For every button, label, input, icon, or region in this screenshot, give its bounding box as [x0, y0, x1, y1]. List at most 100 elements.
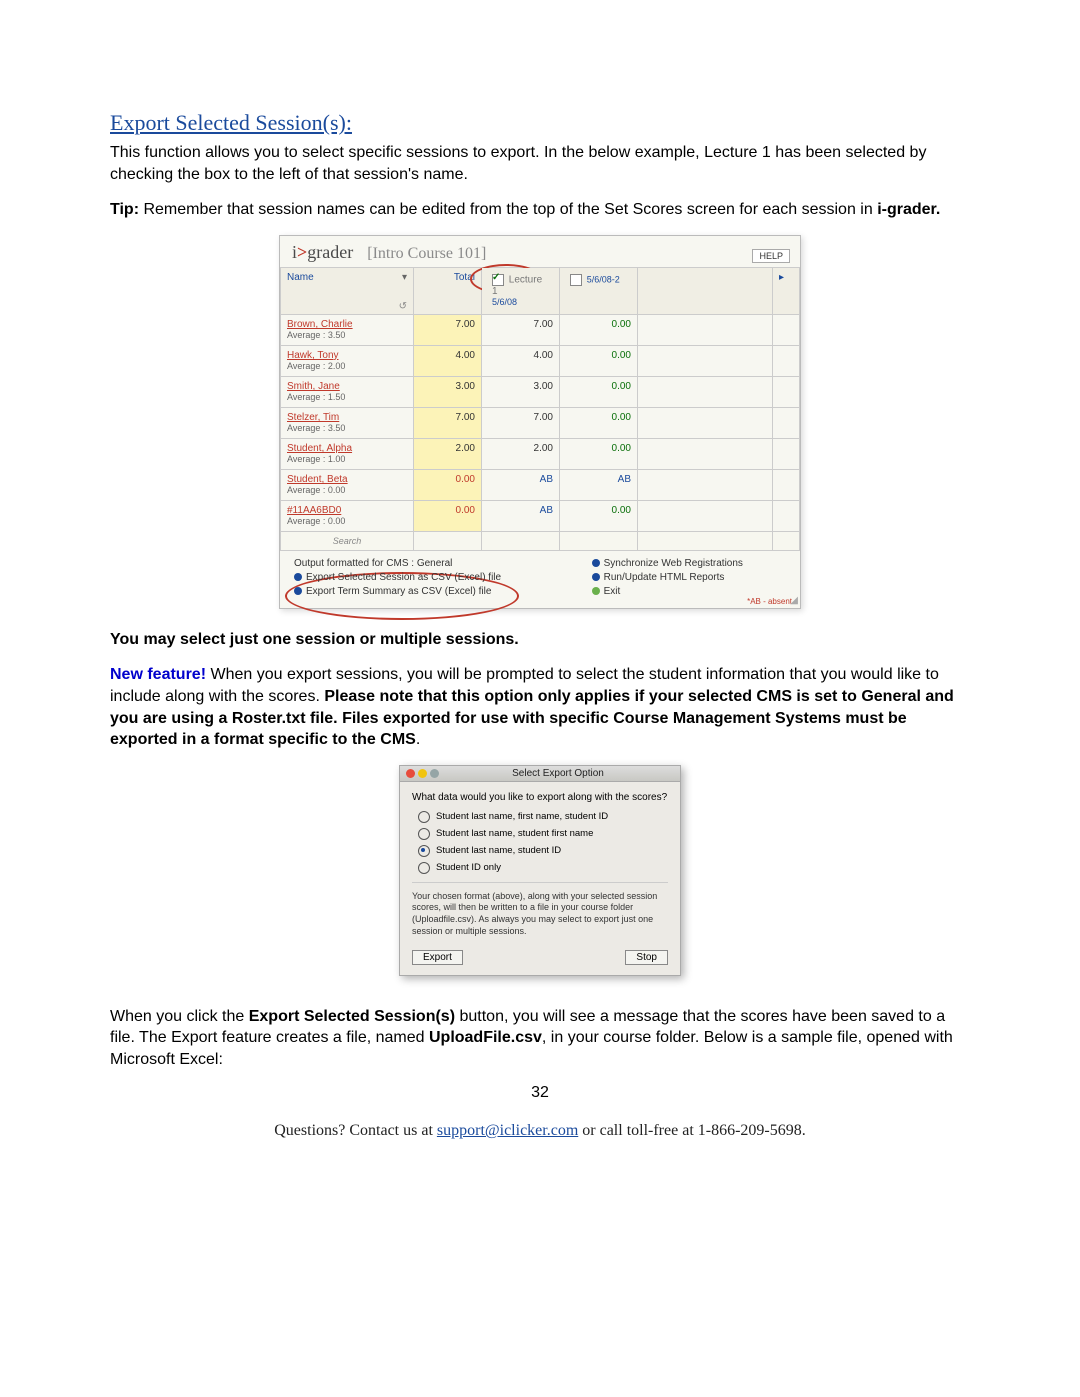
divider — [412, 882, 668, 883]
run-reports-label: Run/Update HTML Reports — [604, 572, 725, 583]
cell-s1: 7.00 — [482, 407, 560, 438]
cell-total: 7.00 — [414, 407, 482, 438]
cell-s1: 4.00 — [482, 345, 560, 376]
grades-table: Name ▾ ↺ Total Lecture 1 5/6/08 5/6/08-2 — [280, 267, 800, 551]
logo-chevron-icon: > — [297, 242, 307, 262]
session2-checkbox[interactable] — [570, 274, 582, 286]
student-link[interactable]: Hawk, Tony — [287, 350, 407, 361]
session1-date: 5/6/08 — [492, 297, 517, 307]
radio-icon[interactable] — [418, 828, 430, 840]
cell-s2: 0.00 — [560, 438, 638, 469]
export-selected-button[interactable]: Export Selected Session as CSV (Excel) f… — [294, 572, 592, 583]
sort-caret-icon[interactable]: ▾ — [402, 272, 407, 283]
bullet-icon — [294, 587, 302, 595]
bullet-icon — [592, 573, 600, 581]
radio-option-1[interactable]: Student last name, first name, student I… — [418, 811, 668, 823]
export-button[interactable]: Export — [412, 950, 463, 965]
after-1a: When you click the — [110, 1008, 249, 1025]
cell-s2: 0.00 — [560, 376, 638, 407]
session1-checkbox[interactable] — [492, 274, 504, 286]
student-link[interactable]: Brown, Charlie — [287, 319, 407, 330]
zoom-traffic-icon[interactable] — [430, 769, 439, 778]
cell-s1: 2.00 — [482, 438, 560, 469]
radio-icon[interactable] — [418, 845, 430, 857]
cell-s2: AB — [560, 469, 638, 500]
cell-total: 3.00 — [414, 376, 482, 407]
cell-s1: 3.00 — [482, 376, 560, 407]
redo-arrow-icon[interactable]: ↺ — [399, 301, 407, 312]
student-avg: Average : 1.50 — [287, 392, 345, 402]
tip-body: Remember that session names can be edite… — [139, 201, 877, 218]
igrader-logo: i>grader — [292, 242, 353, 263]
tip-label: Tip: — [110, 201, 139, 218]
session2-label: 5/6/08-2 — [587, 274, 620, 284]
export-term-button[interactable]: Export Term Summary as CSV (Excel) file — [294, 586, 592, 597]
section-title: Export Selected Session(s): — [110, 110, 970, 136]
cell-s1: 7.00 — [482, 314, 560, 345]
cell-total: 0.00 — [414, 500, 482, 531]
stop-button[interactable]: Stop — [625, 950, 668, 965]
table-row: Student, BetaAverage : 0.00 0.00 AB AB — [281, 469, 800, 500]
cell-s2: 0.00 — [560, 407, 638, 438]
cell-total: 0.00 — [414, 469, 482, 500]
new-feature-paragraph: New feature! When you export sessions, y… — [110, 664, 970, 750]
student-link[interactable]: #11AA6BD0 — [287, 505, 407, 516]
footer-text-a: Questions? Contact us at — [274, 1122, 437, 1139]
radio-icon[interactable] — [418, 862, 430, 874]
header-total[interactable]: Total — [414, 267, 482, 314]
sync-label: Synchronize Web Registrations — [604, 558, 743, 569]
exit-label: Exit — [604, 586, 621, 597]
bullet-icon — [592, 559, 600, 567]
select-one-or-multiple: You may select just one session or multi… — [110, 629, 970, 651]
table-row: Stelzer, TimAverage : 3.50 7.00 7.00 0.0… — [281, 407, 800, 438]
student-avg: Average : 1.00 — [287, 454, 345, 464]
sync-button[interactable]: Synchronize Web Registrations — [592, 558, 790, 569]
scroll-right-button[interactable]: ▸ — [773, 267, 800, 314]
igrader-titlebar: i>grader [Intro Course 101] HELP — [280, 236, 800, 267]
table-header-row: Name ▾ ↺ Total Lecture 1 5/6/08 5/6/08-2 — [281, 267, 800, 314]
student-link[interactable]: Student, Beta — [287, 474, 407, 485]
bullet-icon — [592, 587, 600, 595]
support-email-link[interactable]: support@iclicker.com — [437, 1122, 578, 1139]
header-session-1[interactable]: Lecture 1 5/6/08 — [482, 267, 560, 314]
radio-icon[interactable] — [418, 811, 430, 823]
header-name[interactable]: Name ▾ ↺ — [281, 267, 414, 314]
bullet-icon — [294, 573, 302, 581]
radio-label: Student last name, first name, student I… — [436, 811, 608, 822]
close-traffic-icon[interactable] — [406, 769, 415, 778]
radio-option-4[interactable]: Student ID only — [418, 862, 668, 874]
exit-button[interactable]: Exit — [592, 586, 790, 597]
radio-label: Student ID only — [436, 862, 501, 873]
radio-option-3[interactable]: Student last name, student ID — [418, 845, 668, 857]
course-name: [Intro Course 101] — [367, 245, 486, 263]
student-link[interactable]: Stelzer, Tim — [287, 412, 407, 423]
table-row: #11AA6BD0Average : 0.00 0.00 AB 0.00 — [281, 500, 800, 531]
search-cell[interactable]: Search — [281, 531, 414, 550]
help-button[interactable]: HELP — [752, 249, 790, 263]
cell-s2: 0.00 — [560, 500, 638, 531]
radio-label: Student last name, student first name — [436, 828, 593, 839]
footer-text-b: or call toll-free at 1-866-209-5698. — [578, 1122, 805, 1139]
minimize-traffic-icon[interactable] — [418, 769, 427, 778]
student-link[interactable]: Student, Alpha — [287, 443, 407, 454]
intro-paragraph: This function allows you to select speci… — [110, 142, 970, 185]
export-term-label: Export Term Summary as CSV (Excel) file — [306, 586, 491, 597]
header-session-2[interactable]: 5/6/08-2 — [560, 267, 638, 314]
table-row: Student, AlphaAverage : 1.00 2.00 2.00 0… — [281, 438, 800, 469]
radio-option-2[interactable]: Student last name, student first name — [418, 828, 668, 840]
export-selected-label: Export Selected Session as CSV (Excel) f… — [306, 572, 501, 583]
dialog-title: Select Export Option — [442, 768, 674, 779]
tip-bold-igrader: i-grader. — [877, 201, 940, 218]
dialog-titlebar: Select Export Option — [400, 766, 680, 782]
igrader-footer: Output formatted for CMS : General Expor… — [280, 551, 800, 608]
page-footer: Questions? Contact us at support@iclicke… — [110, 1122, 970, 1140]
new-feature-period: . — [416, 731, 420, 748]
student-link[interactable]: Smith, Jane — [287, 381, 407, 392]
dialog-note: Your chosen format (above), along with y… — [412, 891, 668, 938]
after-1d: UploadFile.csv — [429, 1029, 542, 1046]
student-avg: Average : 0.00 — [287, 485, 345, 495]
resize-grip-icon[interactable]: ◢ — [790, 595, 798, 606]
header-spacer — [638, 267, 773, 314]
run-reports-button[interactable]: Run/Update HTML Reports — [592, 572, 790, 583]
search-row: Search — [281, 531, 800, 550]
